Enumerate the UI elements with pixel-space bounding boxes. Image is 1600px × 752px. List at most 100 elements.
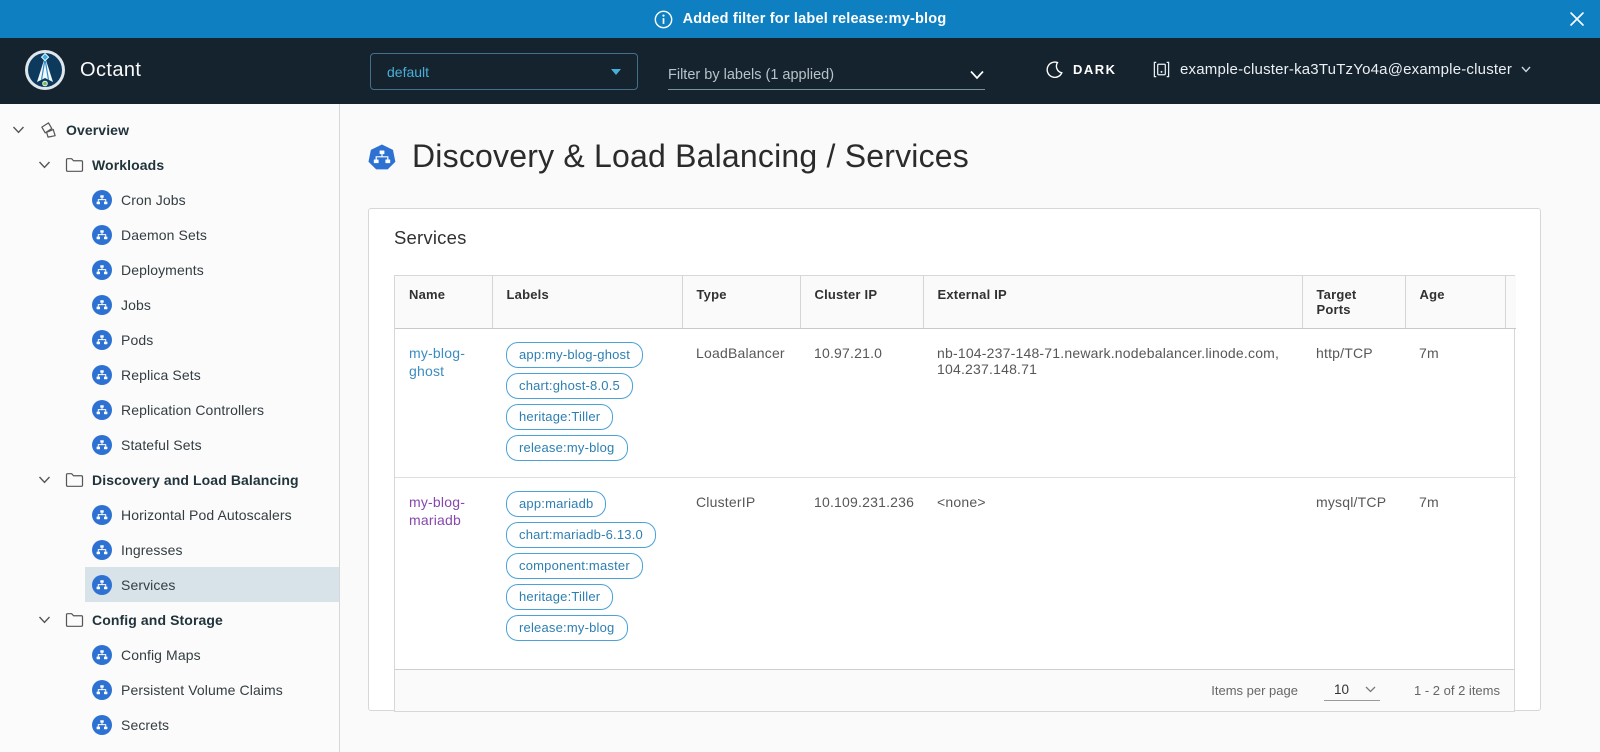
folder-icon — [65, 472, 84, 488]
label-badge[interactable]: heritage:Tiller — [506, 584, 613, 610]
chevron-down-icon — [969, 70, 985, 80]
sidebar-item-label: Ingresses — [121, 542, 183, 558]
sidebar-item-label: Daemon Sets — [121, 227, 207, 243]
column-header-type: Type — [682, 276, 800, 329]
objects-icon — [39, 121, 58, 139]
cell-age: 7m — [1405, 478, 1505, 658]
page-title-text: Discovery & Load Balancing / Services — [412, 138, 969, 175]
sidebar-item-label: Replication Controllers — [121, 402, 264, 418]
sidebar-item-services[interactable]: Services — [85, 567, 339, 602]
sidebar-item-discovery-and-load-balancing[interactable]: Discovery and Load Balancing — [0, 462, 339, 497]
service-hexagon-icon — [368, 143, 396, 171]
sidebar-item-horizontal-pod-autoscalers[interactable]: Horizontal Pod Autoscalers — [85, 497, 339, 532]
items-per-page-select[interactable]: 10 — [1324, 680, 1380, 701]
namespace-select[interactable]: default — [370, 53, 638, 90]
cell-spacer — [1505, 329, 1516, 478]
page-title: Discovery & Load Balancing / Services — [368, 138, 969, 175]
label-badge[interactable]: app:my-blog-ghost — [506, 342, 643, 368]
sidebar-item-label: Jobs — [121, 297, 151, 313]
app-title: Octant — [80, 59, 141, 82]
sidebar-item-label: Pods — [121, 332, 153, 348]
theme-toggle-button[interactable]: DARK — [1046, 61, 1117, 78]
sidebar-item-workloads[interactable]: Workloads — [0, 147, 339, 182]
sidebar-item-pods[interactable]: Pods — [85, 322, 339, 357]
cell-labels: app:my-blog-ghost chart:ghost-8.0.5 herita… — [492, 329, 682, 478]
octant-logo-icon — [24, 49, 66, 91]
theme-toggle-label: DARK — [1073, 62, 1117, 77]
column-header-age: Age — [1405, 276, 1505, 329]
sidebar-item-cron-jobs[interactable]: Cron Jobs — [85, 182, 339, 217]
chevron-down-icon[interactable] — [38, 161, 51, 169]
sidebar-item-config-maps[interactable]: Config Maps — [85, 637, 339, 672]
horizontal-pod-autoscalers-icon — [92, 505, 112, 525]
chevron-down-icon[interactable] — [12, 126, 25, 134]
cluster-context-label: example-cluster-ka3TuTzYo4a@example-clus… — [1180, 61, 1512, 78]
chevron-down-icon — [1365, 686, 1376, 693]
moon-icon — [1046, 61, 1063, 78]
cell-name: my-blog-ghost — [395, 329, 492, 478]
label-filter-dropdown[interactable]: Filter by labels (1 applied) — [668, 60, 985, 90]
sidebar-item-label: Overview — [66, 122, 129, 138]
label-badge[interactable]: chart:mariadb-6.13.0 — [506, 522, 656, 548]
label-badge[interactable]: heritage:Tiller — [506, 404, 613, 430]
sidebar-item-ingresses[interactable]: Ingresses — [85, 532, 339, 567]
services-card: Services NameLabelsTypeCluster IPExterna… — [368, 208, 1541, 711]
sidebar-item-replication-controllers[interactable]: Replication Controllers — [85, 392, 339, 427]
folder-icon — [65, 157, 84, 173]
alert-message: Added filter for label release:my-blog — [683, 11, 947, 27]
column-header-spacer — [1505, 276, 1516, 329]
sidebar-item-config-and-storage[interactable]: Config and Storage — [0, 602, 339, 637]
cell-external-ip: <none> — [923, 478, 1302, 658]
label-badge[interactable]: component:master — [506, 553, 643, 579]
sidebar-item-overview[interactable]: Overview — [0, 112, 339, 147]
stateful-sets-icon — [92, 435, 112, 455]
label-badge[interactable]: release:my-blog — [506, 435, 628, 461]
sidebar-item-label: Replica Sets — [121, 367, 201, 383]
sidebar-item-replica-sets[interactable]: Replica Sets — [85, 357, 339, 392]
app-header: Octant default Filter by labels (1 appli… — [0, 38, 1600, 104]
chevron-down-icon[interactable] — [38, 476, 51, 484]
cron-jobs-icon — [92, 190, 112, 210]
chevron-down-icon — [1521, 66, 1531, 73]
service-link[interactable]: my-blog-mariadb — [409, 494, 478, 529]
sidebar-navigation: Overview Workloads Cron Jobs Daemon Sets Dep… — [0, 104, 340, 752]
label-badge[interactable]: release:my-blog — [506, 615, 628, 641]
cluster-context-select[interactable]: example-cluster-ka3TuTzYo4a@example-clus… — [1152, 60, 1531, 79]
column-header-labels: Labels — [492, 276, 682, 329]
sidebar-item-daemon-sets[interactable]: Daemon Sets — [85, 217, 339, 252]
sidebar-item-persistent-volume-claims[interactable]: Persistent Volume Claims — [85, 672, 339, 707]
sidebar-item-secrets[interactable]: Secrets — [85, 707, 339, 742]
sidebar-item-label: Workloads — [92, 157, 164, 173]
label-badge[interactable]: app:mariadb — [506, 491, 606, 517]
caret-down-icon — [611, 69, 621, 75]
table-footer: Items per page 10 1 - 2 of 2 items — [395, 669, 1514, 711]
services-icon — [92, 575, 112, 595]
sidebar-item-label: Persistent Volume Claims — [121, 682, 283, 698]
sidebar-item-deployments[interactable]: Deployments — [85, 252, 339, 287]
table-row: my-blog-ghost app:my-blog-ghost chart:ghos… — [395, 329, 1516, 478]
services-table: NameLabelsTypeCluster IPExternal IPTarge… — [394, 275, 1515, 712]
column-header-target-ports: Target Ports — [1302, 276, 1405, 329]
column-header-name: Name — [395, 276, 492, 329]
service-link[interactable]: my-blog-ghost — [409, 345, 478, 380]
close-icon[interactable] — [1566, 8, 1588, 30]
label-badge[interactable]: chart:ghost-8.0.5 — [506, 373, 633, 399]
info-icon — [654, 10, 673, 29]
cell-type: LoadBalancer — [682, 329, 800, 478]
cell-target-ports: mysql/TCP — [1302, 478, 1405, 658]
sidebar-item-jobs[interactable]: Jobs — [85, 287, 339, 322]
cell-age: 7m — [1405, 329, 1505, 478]
octant-logo-home[interactable]: Octant — [24, 49, 141, 91]
label-filter-text: Filter by labels (1 applied) — [668, 67, 969, 83]
cell-target-ports: http/TCP — [1302, 329, 1405, 478]
chevron-down-icon[interactable] — [38, 616, 51, 624]
cell-cluster-ip: 10.97.21.0 — [800, 329, 923, 478]
cell-name: my-blog-mariadb — [395, 478, 492, 658]
secrets-icon — [92, 715, 112, 735]
replication-controllers-icon — [92, 400, 112, 420]
items-per-page-label: Items per page — [1211, 683, 1298, 698]
sidebar-item-label: Horizontal Pod Autoscalers — [121, 507, 292, 523]
sidebar-item-label: Config and Storage — [92, 612, 223, 628]
deployments-icon — [92, 260, 112, 280]
sidebar-item-stateful-sets[interactable]: Stateful Sets — [85, 427, 339, 462]
